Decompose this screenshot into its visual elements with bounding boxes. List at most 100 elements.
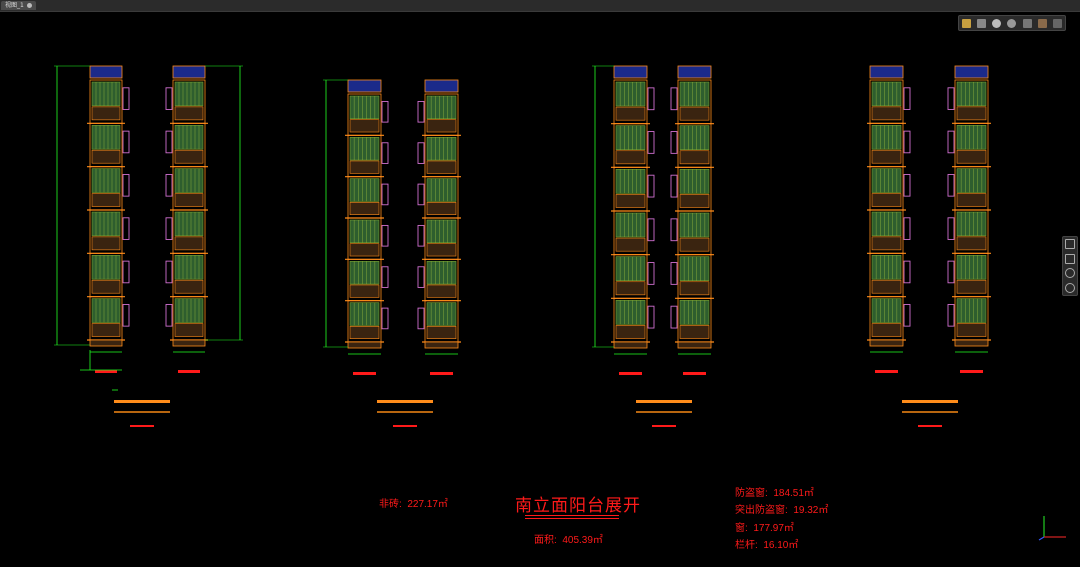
wall-band (956, 149, 987, 164)
wall-band (349, 243, 380, 257)
base-block (172, 339, 206, 347)
wall-band (174, 149, 204, 164)
window-panel (679, 212, 710, 238)
window-area-text: 窗: 177.97㎡ (735, 523, 794, 534)
wall-band (349, 284, 380, 298)
window-panel (615, 256, 646, 281)
window-panel (956, 81, 987, 107)
window-panel (956, 211, 987, 237)
plan-label-mark (393, 425, 417, 427)
wall-band (615, 194, 646, 208)
protruding-window (122, 174, 130, 197)
wall-band (349, 119, 380, 133)
wall-band (426, 201, 457, 215)
protruding-window (165, 130, 173, 154)
protruding-window (122, 87, 130, 110)
wall-band (615, 325, 646, 339)
wall-band (679, 237, 710, 252)
view-label-mark (353, 372, 376, 375)
protruding-window (122, 217, 130, 240)
base-block (89, 339, 123, 347)
protruding-window (903, 260, 911, 284)
protruding-window (647, 131, 655, 154)
view-label-mark (430, 372, 453, 375)
protruding-window (670, 131, 678, 154)
wall-band (679, 194, 710, 208)
wall-band (871, 106, 902, 121)
base-block (954, 339, 989, 347)
wall-band (91, 193, 121, 207)
base-block (869, 339, 904, 347)
window-panel (615, 81, 646, 107)
protruding-window (381, 266, 389, 288)
title-underline (525, 515, 619, 516)
view-label-mark (960, 370, 983, 373)
anti-theft-window-text: 防盗窗: 184.51㎡ (735, 488, 814, 499)
protruding-window (670, 87, 678, 111)
protruding-window (381, 183, 389, 206)
plan-strip (902, 400, 958, 403)
base-block (677, 341, 712, 349)
wall-band (349, 325, 380, 339)
wall-band (615, 106, 646, 121)
cad-drawing-canvas[interactable] (0, 0, 1080, 567)
plan-strip (377, 400, 433, 403)
window-panel (956, 168, 987, 193)
window-panel (349, 261, 380, 285)
window-panel (679, 256, 710, 281)
window-panel (956, 125, 987, 150)
protruding-window (670, 305, 678, 329)
protruding-window (647, 174, 655, 198)
protruding-window (903, 87, 911, 110)
wall-band (679, 150, 710, 165)
window-panel (349, 219, 380, 244)
plan-strip (636, 411, 692, 413)
protruding-window (417, 266, 425, 288)
parapet-block (869, 65, 904, 79)
plan-label-mark (652, 425, 676, 427)
wall-band (956, 106, 987, 121)
wall-band (615, 237, 646, 252)
protruding-window (417, 307, 425, 330)
window-panel (349, 178, 380, 202)
protruding-window (122, 304, 130, 327)
protruding-window (165, 260, 173, 284)
protruding-window (165, 174, 173, 197)
plan-label-mark (918, 425, 942, 427)
protruding-window (417, 100, 425, 123)
protruding-window (903, 130, 911, 154)
protruding-window (381, 224, 389, 247)
protruding-window-text: 突出防盗窗: 19.32㎡ (735, 505, 829, 516)
protruding-window (947, 304, 955, 327)
wall-band (91, 323, 121, 337)
wall-band (91, 279, 121, 294)
view-label-mark (95, 370, 117, 373)
window-panel (615, 212, 646, 238)
wall-band (349, 160, 380, 174)
wall-band (956, 279, 987, 294)
protruding-window (381, 142, 389, 164)
page-title: 南立面阳台展开 (515, 496, 641, 515)
wall-band (174, 279, 204, 294)
wall-band (615, 281, 646, 296)
wall-band (426, 284, 457, 298)
plan-strip (114, 400, 170, 403)
protruding-window (647, 87, 655, 111)
wall-band (426, 160, 457, 174)
plan-strip (377, 411, 433, 413)
protruding-window (947, 217, 955, 240)
window-panel (615, 125, 646, 150)
wall-band (426, 325, 457, 339)
wall-band (174, 323, 204, 337)
parapet-block (613, 65, 648, 79)
parapet-block (424, 79, 459, 93)
window-panel (871, 81, 902, 107)
window-panel (615, 169, 646, 194)
wall-band (349, 201, 380, 215)
plan-strip (636, 400, 692, 403)
base-block (613, 341, 648, 349)
protruding-window (670, 218, 678, 242)
wall-band (615, 150, 646, 165)
protruding-window (670, 262, 678, 285)
title-underline-2 (525, 518, 619, 519)
